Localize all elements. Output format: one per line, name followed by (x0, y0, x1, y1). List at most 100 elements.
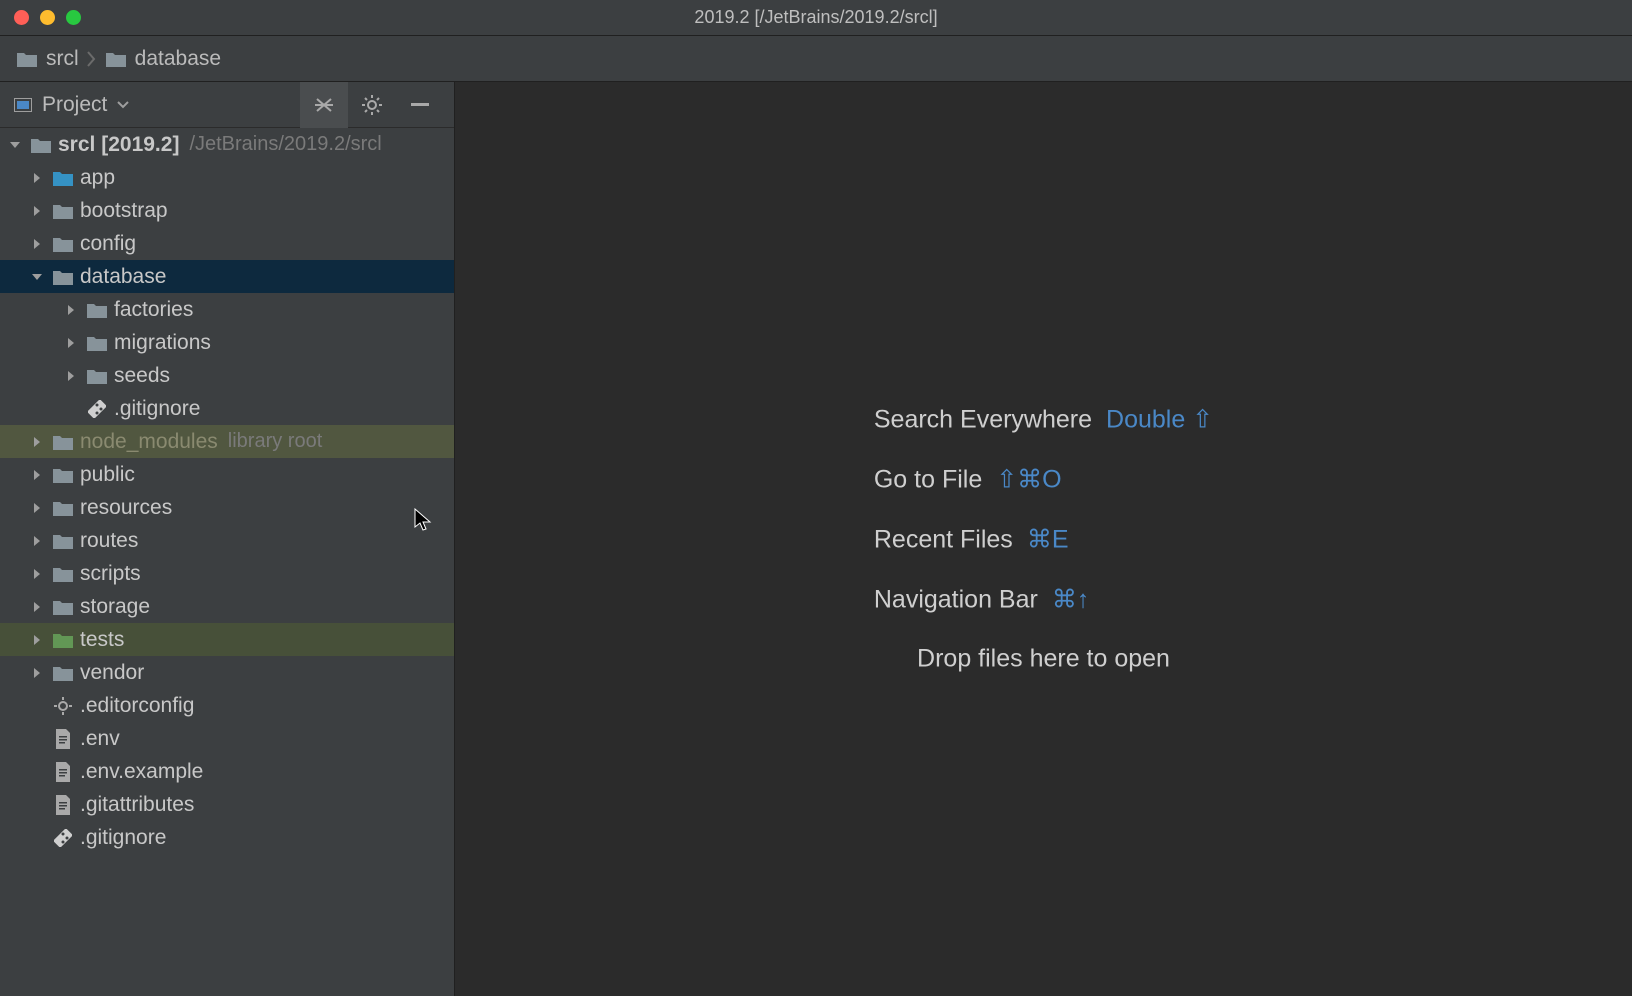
breadcrumb-label: srcl (46, 47, 79, 71)
root-label: srcl (58, 133, 95, 156)
tree-item-label: storage (80, 595, 150, 619)
hint-search-everywhere: Search Everywhere Double ⇧ (874, 405, 1213, 435)
file-icon (52, 794, 74, 816)
hint-go-to-file: Go to File ⇧⌘O (874, 465, 1213, 495)
chevron-right-icon[interactable] (62, 334, 80, 352)
tree-item-database[interactable]: database (0, 260, 454, 293)
tree-item-suffix: library root (228, 430, 322, 453)
chevron-right-icon[interactable] (28, 664, 46, 682)
tree-item-app[interactable]: app (0, 161, 454, 194)
folder-icon (105, 48, 127, 70)
folder-icon (52, 200, 74, 222)
minimize-window-button[interactable] (40, 10, 55, 25)
tree-item-seeds[interactable]: seeds (0, 359, 454, 392)
project-view-icon (14, 98, 32, 112)
chevron-right-icon[interactable] (62, 301, 80, 319)
tree-item-label: seeds (114, 364, 170, 388)
titlebar: 2019.2 [/JetBrains/2019.2/srcl] (0, 0, 1632, 36)
tree-item--gitignore[interactable]: .gitignore (0, 392, 454, 425)
git-icon (52, 827, 74, 849)
chevron-right-icon[interactable] (28, 631, 46, 649)
tree-item-routes[interactable]: routes (0, 524, 454, 557)
tree-root[interactable]: srcl [2019.2] /JetBrains/2019.2/srcl (0, 128, 454, 161)
chevron-right-icon[interactable] (28, 169, 46, 187)
zoom-window-button[interactable] (66, 10, 81, 25)
tree-item-public[interactable]: public (0, 458, 454, 491)
tree-item--gitattributes[interactable]: .gitattributes (0, 788, 454, 821)
tree-item-label: vendor (80, 661, 144, 685)
chevron-right-icon[interactable] (62, 367, 80, 385)
gear-icon[interactable] (348, 82, 396, 128)
hint-recent-files: Recent Files ⌘E (874, 525, 1213, 555)
editor-area[interactable]: Search Everywhere Double ⇧ Go to File ⇧⌘… (455, 82, 1632, 996)
folder-icon (52, 662, 74, 684)
tree-item--env-example[interactable]: .env.example (0, 755, 454, 788)
scroll-from-source-button[interactable] (300, 82, 348, 128)
tree-item-resources[interactable]: resources (0, 491, 454, 524)
tree-item--gitignore[interactable]: .gitignore (0, 821, 454, 854)
folder-icon (52, 233, 74, 255)
chevron-right-icon[interactable] (28, 532, 46, 550)
chevron-right-icon[interactable] (28, 598, 46, 616)
tree-item-label: .editorconfig (80, 694, 194, 718)
chevron-down-icon[interactable] (28, 268, 46, 286)
chevron-right-icon[interactable] (28, 202, 46, 220)
folder-icon (52, 563, 74, 585)
tree-item-label: routes (80, 529, 138, 553)
tree-item-label: config (80, 232, 136, 256)
tree-item-bootstrap[interactable]: bootstrap (0, 194, 454, 227)
root-path: /JetBrains/2019.2/srcl (189, 133, 381, 156)
tree-item-label: .env.example (80, 760, 203, 784)
hint-navigation-bar: Navigation Bar ⌘↑ (874, 585, 1213, 615)
folder-icon (52, 530, 74, 552)
project-panel-label: Project (42, 93, 107, 117)
folder-icon (52, 464, 74, 486)
project-panel-selector[interactable]: Project (14, 93, 129, 117)
tree-item-factories[interactable]: factories (0, 293, 454, 326)
tree-item-label: .gitattributes (80, 793, 194, 817)
project-tree[interactable]: srcl [2019.2] /JetBrains/2019.2/srcl app… (0, 128, 454, 996)
folder-icon (86, 365, 108, 387)
tree-item-vendor[interactable]: vendor (0, 656, 454, 689)
folder-icon (52, 431, 74, 453)
folder-icon (52, 167, 74, 189)
chevron-down-icon[interactable] (6, 136, 24, 154)
folder-icon (86, 332, 108, 354)
chevron-right-icon[interactable] (28, 499, 46, 517)
tree-item-label: public (80, 463, 135, 487)
folder-icon (52, 596, 74, 618)
chevron-right-icon[interactable] (28, 565, 46, 583)
tree-item-label: tests (80, 628, 124, 652)
tree-item-label: migrations (114, 331, 211, 355)
tree-item-storage[interactable]: storage (0, 590, 454, 623)
chevron-right-icon[interactable] (28, 433, 46, 451)
tree-item-label: node_modules (80, 430, 218, 454)
tree-item--env[interactable]: .env (0, 722, 454, 755)
tree-item--editorconfig[interactable]: .editorconfig (0, 689, 454, 722)
close-window-button[interactable] (14, 10, 29, 25)
tree-item-label: bootstrap (80, 199, 168, 223)
gear-icon (52, 695, 74, 717)
breadcrumb-item[interactable]: database (105, 47, 221, 71)
project-panel-header: Project (0, 82, 454, 128)
chevron-right-icon[interactable] (28, 466, 46, 484)
hide-panel-button[interactable] (396, 82, 444, 128)
tree-item-node_modules[interactable]: node_modules library root (0, 425, 454, 458)
folder-icon (52, 266, 74, 288)
breadcrumb-item[interactable]: srcl (16, 47, 79, 71)
breadcrumb-separator-icon (87, 51, 97, 67)
project-tool-window: Project (0, 82, 455, 996)
tree-item-migrations[interactable]: migrations (0, 326, 454, 359)
folder-icon (30, 134, 52, 156)
tree-item-config[interactable]: config (0, 227, 454, 260)
tree-item-label: .env (80, 727, 120, 751)
tree-item-scripts[interactable]: scripts (0, 557, 454, 590)
tree-item-label: factories (114, 298, 193, 322)
breadcrumb-label: database (135, 47, 221, 71)
chevron-right-icon[interactable] (28, 235, 46, 253)
tree-item-tests[interactable]: tests (0, 623, 454, 656)
file-icon (52, 761, 74, 783)
tree-item-label: scripts (80, 562, 141, 586)
tree-item-label: resources (80, 496, 172, 520)
window-title: 2019.2 [/JetBrains/2019.2/srcl] (694, 7, 937, 28)
